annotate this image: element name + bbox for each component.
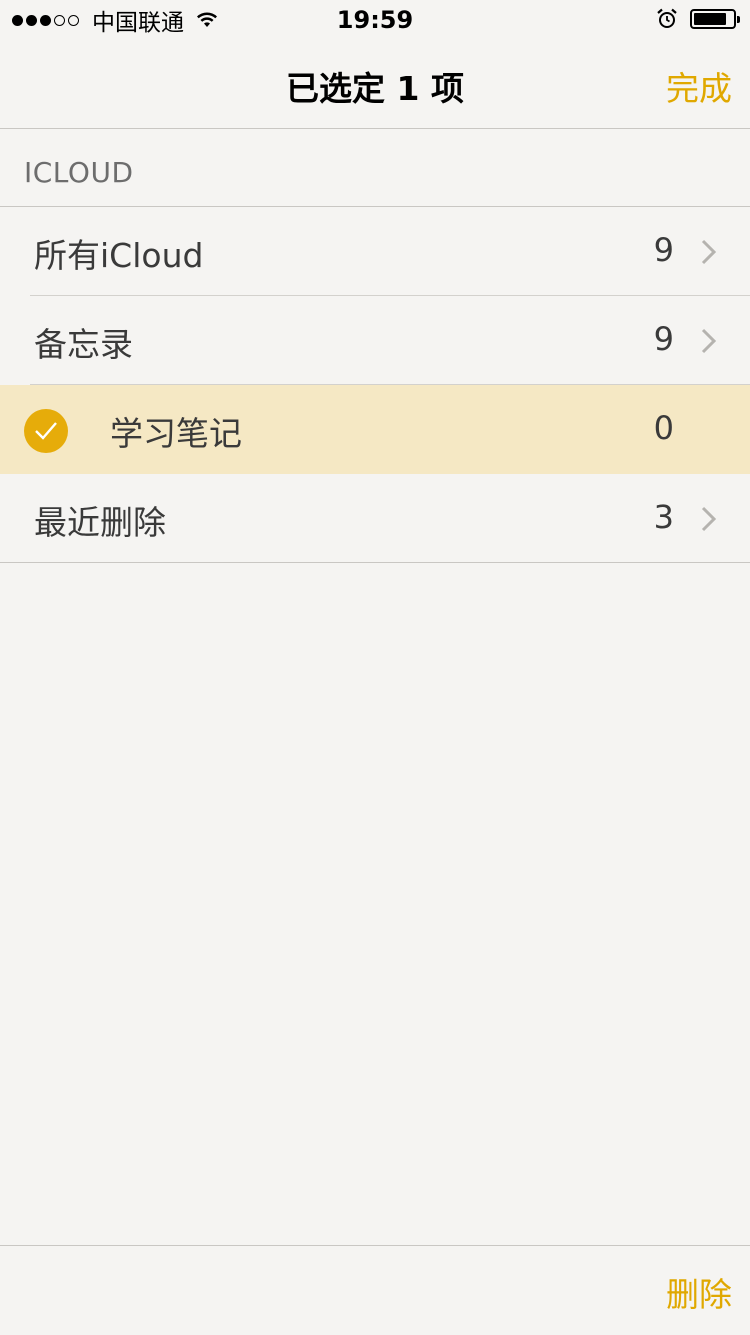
folder-count: 0	[653, 409, 674, 447]
folder-row-notes[interactable]: 备忘录 9	[0, 296, 750, 385]
chevron-right-icon	[701, 328, 717, 354]
delete-button[interactable]: 删除	[666, 1268, 732, 1316]
folder-label: 最近删除	[34, 503, 166, 542]
checkmark-selected-icon[interactable]	[24, 409, 68, 453]
folder-label: 所有iCloud	[34, 236, 204, 275]
chevron-right-icon	[701, 239, 717, 265]
navigation-bar: 已选定 1 项 完成	[0, 40, 750, 129]
alarm-icon	[657, 8, 677, 28]
folder-count: 3	[653, 498, 674, 536]
status-time: 19:59	[336, 6, 414, 34]
status-right	[656, 8, 740, 30]
folder-list: 所有iCloud 9 备忘录 9 学习笔记 0 最近删除 3	[0, 206, 750, 563]
chevron-right-icon	[701, 506, 717, 532]
done-button[interactable]: 完成	[666, 62, 732, 110]
battery-nub	[737, 16, 740, 23]
folder-count: 9	[653, 320, 674, 358]
bottom-toolbar: 删除	[0, 1245, 750, 1335]
folder-row-recently-deleted[interactable]: 最近删除 3	[0, 474, 750, 563]
folder-label: 学习笔记	[110, 414, 242, 453]
folder-count: 9	[653, 231, 674, 269]
folder-row-study-notes[interactable]: 学习笔记 0	[0, 385, 750, 474]
section-header-icloud: ICLOUD	[24, 156, 134, 189]
status-bar: 中国联通 19:59	[0, 0, 750, 40]
page-title: 已选定 1 项	[286, 69, 464, 108]
folder-label: 备忘录	[34, 325, 133, 364]
folder-row-all-icloud[interactable]: 所有iCloud 9	[0, 207, 750, 296]
battery-icon	[690, 9, 740, 29]
battery-level	[694, 13, 726, 25]
